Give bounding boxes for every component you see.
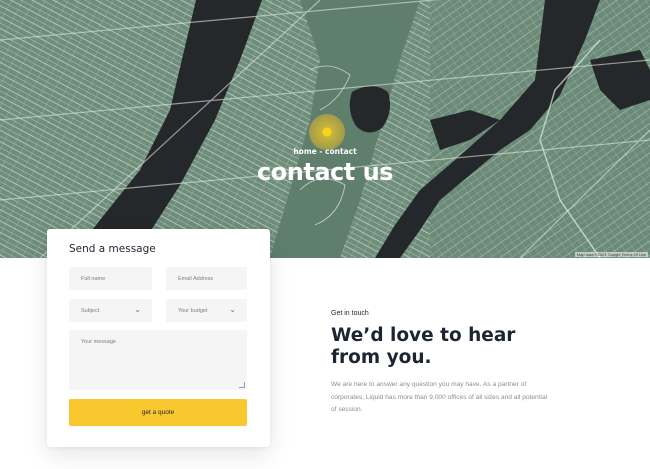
contact-form-card: Send a message Full name Email Address S… bbox=[47, 229, 270, 447]
chevron-down-icon: ⌄ bbox=[229, 305, 236, 314]
hero-map-section: home - contact contact us Map data ©2021… bbox=[0, 0, 650, 258]
get-quote-button[interactable]: get a quote bbox=[69, 399, 247, 426]
message-placeholder: Your message bbox=[81, 339, 116, 345]
budget-select-label: Your budget bbox=[178, 308, 208, 314]
full-name-placeholder: Full name bbox=[81, 276, 106, 282]
email-placeholder: Email Address bbox=[178, 276, 214, 282]
page-title: contact us bbox=[257, 158, 393, 186]
section-headline: We’d love to hear from you. bbox=[331, 325, 516, 368]
breadcrumb: home - contact bbox=[293, 147, 357, 156]
chevron-down-icon: ⌄ bbox=[134, 305, 141, 314]
email-input[interactable]: Email Address bbox=[166, 267, 247, 290]
subject-select-label: Subject bbox=[81, 308, 100, 314]
full-name-input[interactable]: Full name bbox=[69, 267, 152, 290]
location-pin-icon[interactable] bbox=[309, 114, 345, 150]
section-eyebrow: Get in touch bbox=[331, 310, 369, 317]
resize-handle-icon[interactable] bbox=[239, 382, 245, 388]
subject-select[interactable]: Subject ⌄ bbox=[69, 299, 152, 322]
section-body-text: We are here to answer any question you m… bbox=[331, 381, 548, 413]
budget-select[interactable]: Your budget ⌄ bbox=[166, 299, 247, 322]
form-title: Send a message bbox=[69, 243, 156, 255]
message-textarea[interactable]: Your message bbox=[69, 330, 247, 390]
map-attribution[interactable]: Map data ©2021 Google Terms Of Use bbox=[574, 252, 648, 257]
